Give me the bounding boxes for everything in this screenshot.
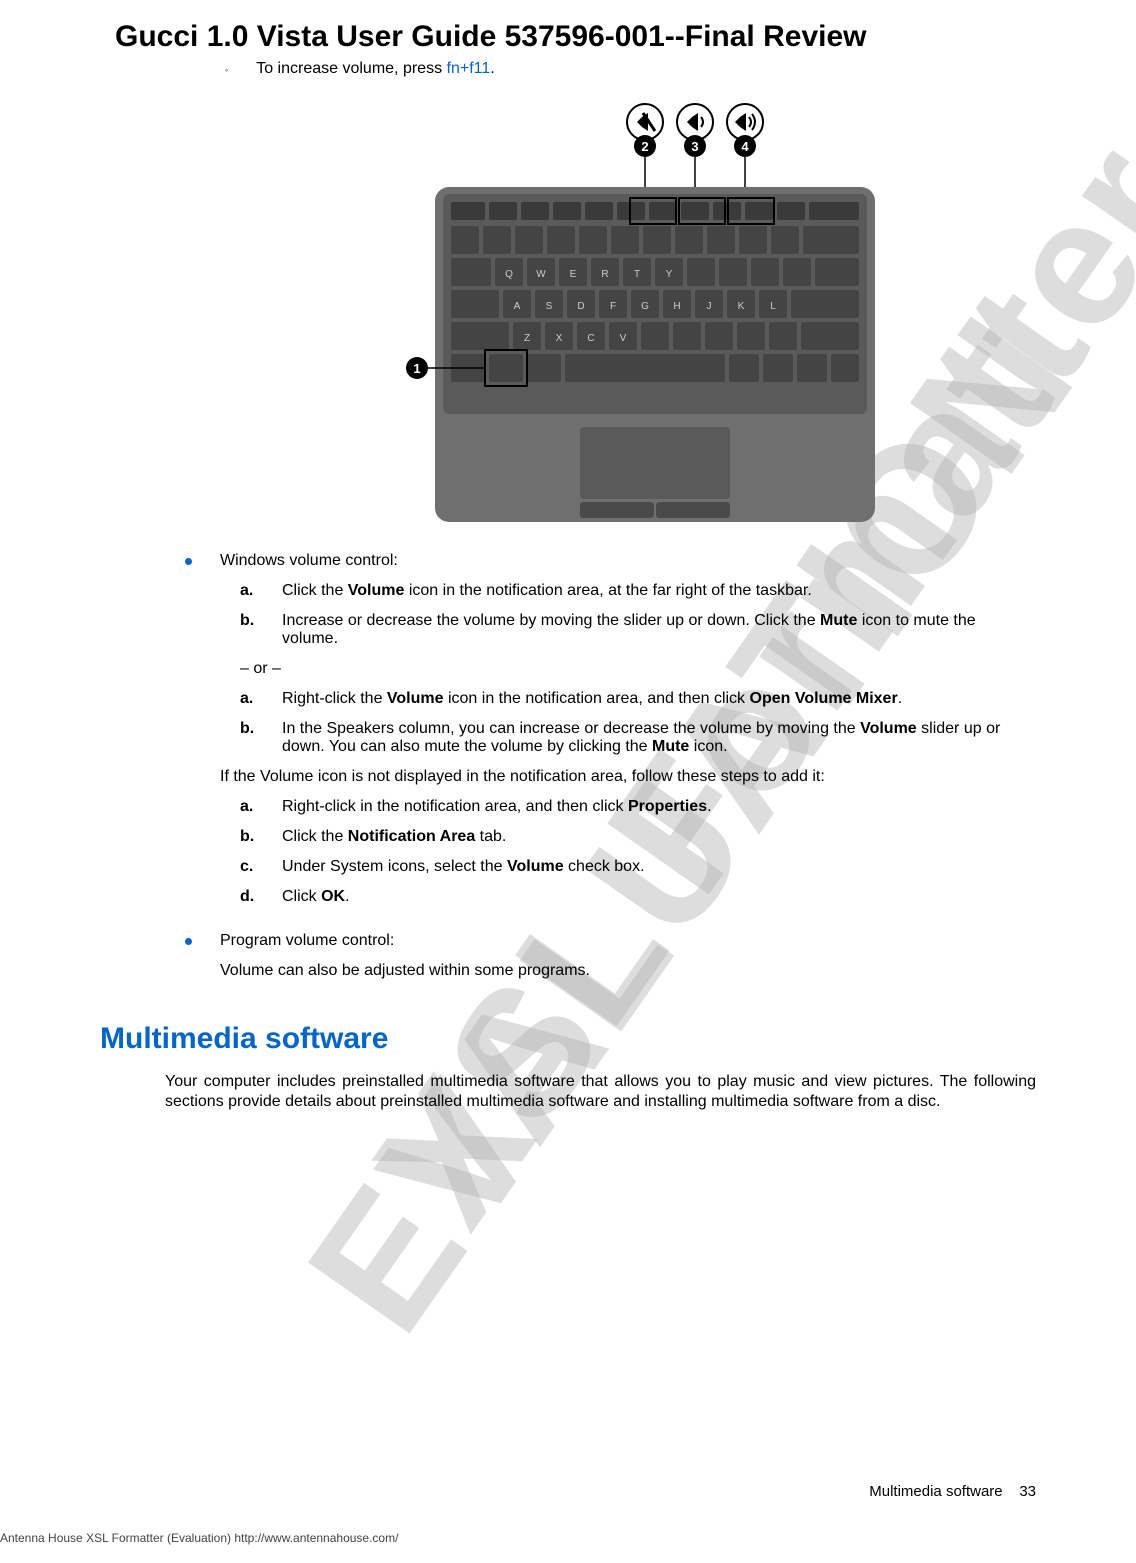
windows-volume-header: Windows volume control:	[220, 552, 1036, 570]
step-3d: d. Click OK.	[240, 888, 1036, 906]
program-volume-bullet: Program volume control: Volume can also …	[185, 932, 1036, 992]
svg-text:W: W	[536, 269, 546, 280]
svg-text:1: 1	[413, 361, 420, 376]
svg-text:G: G	[641, 301, 649, 312]
keyboard-figure: 2 3 4	[385, 92, 1036, 532]
svg-text:X: X	[556, 333, 563, 344]
step-1b: b. Increase or decrease the volume by mo…	[240, 612, 1036, 648]
svg-text:T: T	[634, 269, 640, 280]
svg-text:4: 4	[741, 139, 749, 154]
program-volume-text: Volume can also be adjusted within some …	[220, 962, 1036, 980]
svg-text:S: S	[546, 301, 553, 312]
step-2a: a. Right-click the Volume icon in the no…	[240, 690, 1036, 708]
step-3c: c. Under System icons, select the Volume…	[240, 858, 1036, 876]
fn-key-link: fn+f11	[447, 60, 491, 77]
svg-text:L: L	[770, 301, 776, 312]
svg-text:E: E	[570, 269, 577, 280]
svg-text:K: K	[738, 301, 745, 312]
program-volume-header: Program volume control:	[220, 932, 1036, 950]
svg-text:R: R	[601, 269, 608, 280]
svg-text:D: D	[577, 301, 584, 312]
step-2b: b. In the Speakers column, you can incre…	[240, 720, 1036, 756]
volume-increase-item: ◦ To increase volume, press fn+f11.	[225, 60, 1036, 78]
svg-text:3: 3	[691, 139, 698, 154]
svg-text:Q: Q	[505, 269, 513, 280]
sub-bullet-icon: ◦	[225, 65, 228, 75]
or-divider: – or –	[240, 660, 1036, 678]
svg-text:A: A	[514, 301, 521, 312]
svg-text:J: J	[707, 301, 712, 312]
step-1a: a. Click the Volume icon in the notifica…	[240, 582, 1036, 600]
section-heading-multimedia: Multimedia software	[100, 1022, 1036, 1056]
svg-text:Z: Z	[524, 333, 530, 344]
page-title: Gucci 1.0 Vista User Guide 537596-001--F…	[115, 20, 1036, 54]
bullet-icon	[185, 558, 192, 565]
step-3b: b. Click the Notification Area tab.	[240, 828, 1036, 846]
footer-evaluation: Antenna House XSL Formatter (Evaluation)…	[0, 1531, 398, 1545]
section-body-multimedia: Your computer includes preinstalled mult…	[165, 1072, 1036, 1112]
svg-text:V: V	[620, 333, 627, 344]
svg-text:Y: Y	[666, 269, 673, 280]
bullet-icon	[185, 938, 192, 945]
footer-right: Multimedia software 33	[869, 1483, 1036, 1500]
not-displayed-text: If the Volume icon is not displayed in t…	[220, 768, 1036, 786]
windows-volume-bullet: Windows volume control: a. Click the Vol…	[185, 552, 1036, 918]
svg-text:H: H	[673, 301, 680, 312]
keyboard-illustration: 2 3 4	[385, 92, 885, 532]
svg-text:F: F	[610, 301, 616, 312]
svg-text:C: C	[587, 333, 594, 344]
volume-increase-text: To increase volume, press fn+f11.	[256, 60, 495, 78]
step-3a: a. Right-click in the notification area,…	[240, 798, 1036, 816]
svg-text:2: 2	[641, 139, 648, 154]
